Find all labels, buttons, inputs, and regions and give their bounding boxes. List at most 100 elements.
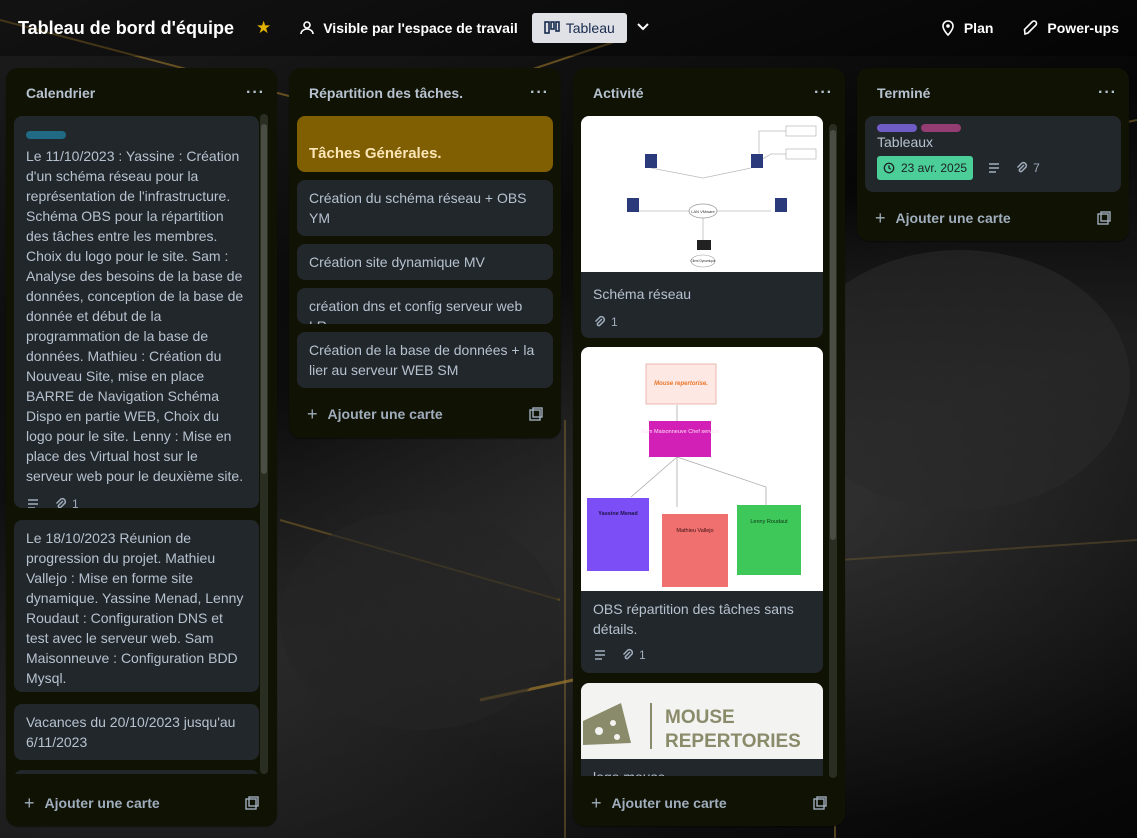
card[interactable]: Création de la base de données + la lier… <box>297 332 553 388</box>
card-cover-obs-diagram: Mouse repertorise. Sam Maisonneuve Chef … <box>581 347 823 591</box>
list-calendrier: Calendrier ··· Le 11/10/2023 : Yassine :… <box>6 68 277 826</box>
attachment-badge: 1 <box>54 494 79 508</box>
plus-icon: + <box>24 792 35 813</box>
card-cover-logo: MOUSE REPERTORIES <box>581 683 823 759</box>
lan-label: LAN VMware <box>691 209 715 214</box>
card[interactable]: Création site dynamique MV <box>297 244 553 280</box>
label-purple[interactable] <box>877 124 917 132</box>
card-list: Tableaux 23 avr. 2025 7 <box>865 114 1121 194</box>
obs-left-label: Yassine Menad <box>598 511 637 517</box>
card[interactable]: Le 18/10/2023 Réunion de progression du … <box>14 520 259 692</box>
card[interactable]: LAN VMware Client Dynamique Schéma résea… <box>581 116 823 338</box>
obs-right-label: Lenny Roudaut <box>750 519 788 525</box>
template-icon[interactable] <box>813 796 827 810</box>
card-title: Création du schéma réseau + OBS YM <box>309 190 527 226</box>
card[interactable]: MOUSE REPERTORIES logo mouse <box>581 683 823 776</box>
label-magenta[interactable] <box>921 124 961 132</box>
card[interactable]: Mouse repertorise. Sam Maisonneuve Chef … <box>581 347 823 673</box>
visibility-button[interactable]: Visible par l'espace de travail <box>291 14 526 42</box>
paperclip-icon <box>55 497 67 508</box>
card-title: Tableaux <box>877 134 934 150</box>
card[interactable] <box>14 770 259 774</box>
obs-middle-label: Sam Maisonneuve Chef service <box>641 429 719 435</box>
plus-icon: + <box>307 403 318 424</box>
board-title[interactable]: Tableau de bord d'équipe <box>18 18 234 39</box>
board-icon <box>543 21 560 34</box>
network-diagram: LAN VMware Client Dynamique <box>627 125 817 268</box>
add-card-label: Ajouter une carte <box>895 210 1011 226</box>
card-title: Tâches Générales. <box>309 145 442 162</box>
list-header: Terminé ··· <box>857 68 1129 114</box>
powerups-label: Power-ups <box>1047 20 1119 36</box>
attachment-count: 1 <box>611 315 618 329</box>
card-list: LAN VMware Client Dynamique Schéma résea… <box>581 114 823 776</box>
add-card-label: Ajouter une carte <box>327 406 443 422</box>
card-title: Le 18/10/2023 Réunion de progression du … <box>26 530 244 686</box>
rocket-icon <box>1024 20 1038 36</box>
list-title[interactable]: Activité <box>593 85 644 101</box>
plan-label: Plan <box>963 20 994 36</box>
list-scrollbar[interactable] <box>829 124 837 778</box>
card[interactable]: Vacances du 20/10/2023 jusqu'au 6/11/202… <box>14 704 259 760</box>
section-card[interactable]: Tâches Générales. <box>297 116 553 172</box>
template-icon[interactable] <box>529 407 543 421</box>
list-repartition: Répartition des tâches. ··· Tâches Génér… <box>289 68 561 438</box>
obs-top-label: Mouse repertorise. <box>654 381 708 387</box>
description-icon <box>593 648 607 662</box>
add-card-label: Ajouter une carte <box>611 795 727 811</box>
attachment-count: 7 <box>1033 161 1040 175</box>
card-badges: 23 avr. 2025 7 <box>865 152 1121 180</box>
list-menu-icon[interactable]: ··· <box>814 84 833 102</box>
card[interactable]: Le 11/10/2023 : Yassine : Création d'un … <box>14 116 259 508</box>
list-title[interactable]: Terminé <box>877 85 930 101</box>
paperclip-icon <box>594 315 606 327</box>
list-menu-icon[interactable]: ··· <box>530 84 549 102</box>
add-card-button[interactable]: + Ajouter une carte <box>581 787 837 819</box>
add-card-button[interactable]: + Ajouter une carte <box>865 202 1121 234</box>
star-icon[interactable]: ★ <box>256 18 271 38</box>
due-date: 23 avr. 2025 <box>901 161 968 175</box>
client-label: Client Dynamique <box>690 259 715 263</box>
mouse-logo: MOUSE REPERTORIES <box>583 703 801 752</box>
chevron-down-icon[interactable] <box>635 18 651 39</box>
list-scrollbar[interactable] <box>260 114 268 774</box>
list-termine: Terminé ··· Tableaux 23 avr. 2025 7 + Aj… <box>857 68 1129 241</box>
card[interactable]: Tableaux 23 avr. 2025 7 <box>865 116 1121 192</box>
board-header: Tableau de bord d'équipe ★ Visible par l… <box>0 0 1137 56</box>
card[interactable]: Création du schéma réseau + OBS YM <box>297 180 553 236</box>
label-teal[interactable] <box>26 131 66 139</box>
template-icon[interactable] <box>1097 211 1111 225</box>
card-badges: 1 <box>581 639 823 665</box>
list-activite: Activité ··· LAN VMware Client Dynamique… <box>573 68 845 826</box>
add-card-label: Ajouter une carte <box>44 795 160 811</box>
add-card-button[interactable]: + Ajouter une carte <box>14 787 269 819</box>
card-title: Le 11/10/2023 : Yassine : Création d'un … <box>26 148 244 484</box>
description-icon <box>26 497 40 508</box>
obs-center-label: Mathieu Vallejo <box>676 528 713 534</box>
card-title: Création site dynamique MV <box>309 254 485 270</box>
card-list: Tâches Générales. Création du schéma rés… <box>297 114 553 394</box>
list-menu-icon[interactable]: ··· <box>246 84 265 102</box>
view-switcher-button[interactable]: Tableau <box>531 13 627 43</box>
view-label: Tableau <box>565 20 615 36</box>
attachment-badge: 1 <box>593 312 618 332</box>
list-title[interactable]: Répartition des tâches. <box>309 85 463 101</box>
plus-icon: + <box>591 792 602 813</box>
attachment-badge: 1 <box>621 645 646 665</box>
plan-button[interactable]: Plan <box>932 14 1002 42</box>
list-title[interactable]: Calendrier <box>26 85 95 101</box>
add-card-button[interactable]: + Ajouter une carte <box>297 398 553 430</box>
powerups-button[interactable]: Power-ups <box>1015 14 1127 42</box>
due-date-badge[interactable]: 23 avr. 2025 <box>877 156 974 180</box>
obs-diagram: Mouse repertorise. Sam Maisonneuve Chef … <box>587 363 801 587</box>
card-title: Création de la base de données + la lier… <box>309 342 535 378</box>
card-list: Le 11/10/2023 : Yassine : Création d'un … <box>14 114 259 774</box>
attachment-count: 1 <box>72 497 79 508</box>
plus-icon: + <box>875 207 886 228</box>
people-icon <box>300 21 315 35</box>
list-menu-icon[interactable]: ··· <box>1098 84 1117 102</box>
card[interactable]: création dns et config serveur web LR <box>297 288 553 324</box>
template-icon[interactable] <box>245 796 259 810</box>
paperclip-icon <box>1017 161 1028 173</box>
description-icon <box>987 161 1001 175</box>
